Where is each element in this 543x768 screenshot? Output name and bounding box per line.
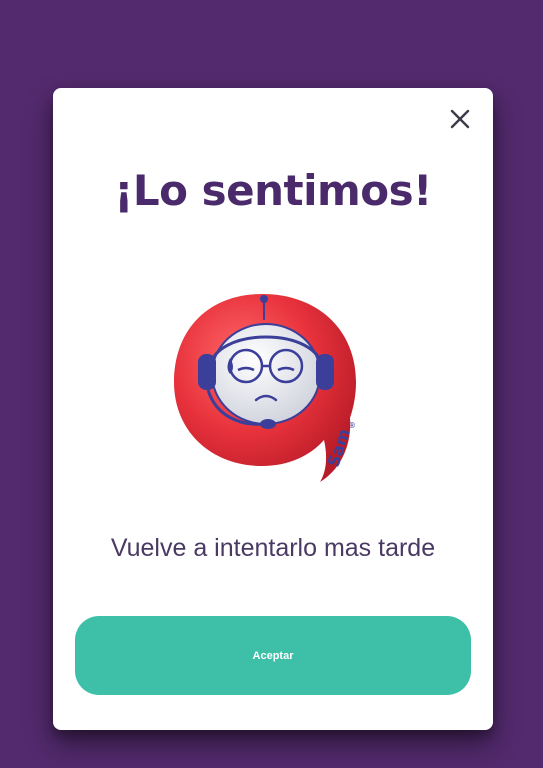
sad-robot-mascot-image: Sam ® <box>170 286 382 486</box>
close-button[interactable] <box>447 106 473 132</box>
accept-button[interactable]: Aceptar <box>75 616 471 695</box>
dialog-message: Vuelve a intentarlo mas tarde <box>110 534 436 562</box>
dialog-title: ¡Lo sentimos! <box>114 166 432 215</box>
error-dialog: ¡Lo sentimos! Sam ® Vuelve a intentarlo … <box>53 88 493 730</box>
close-icon <box>450 109 470 129</box>
svg-text:®: ® <box>348 421 356 430</box>
